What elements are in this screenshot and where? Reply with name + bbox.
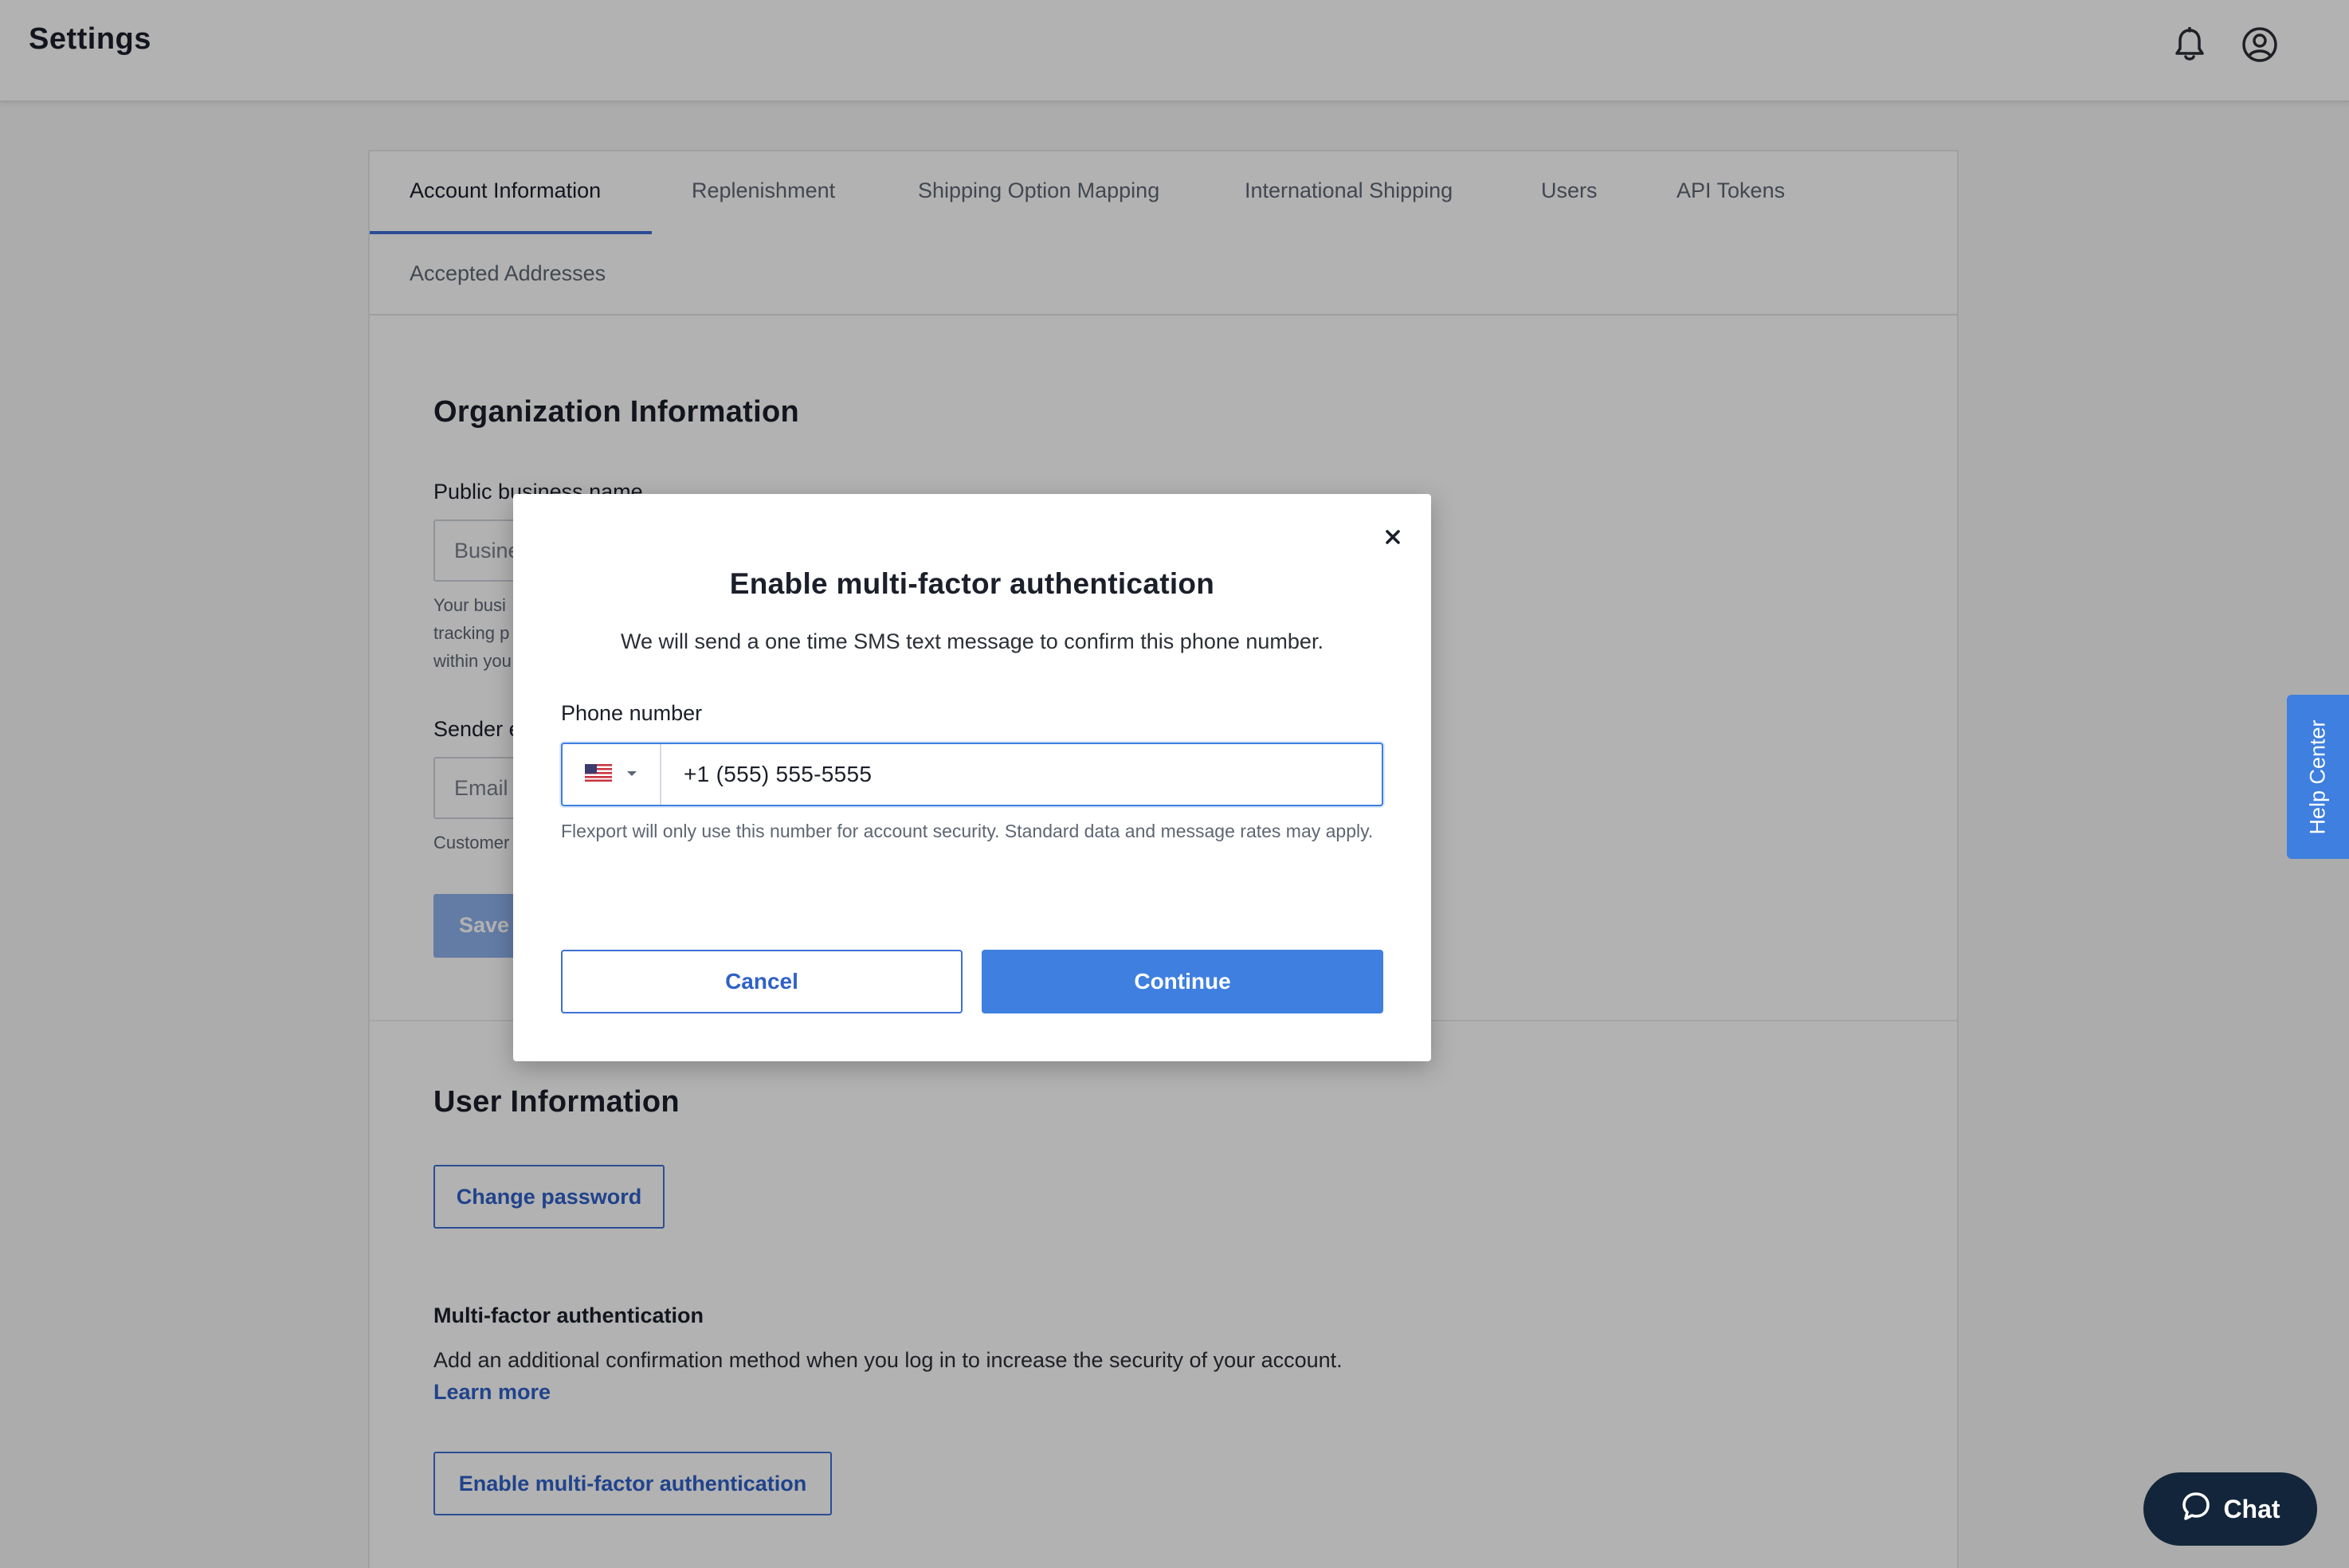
help-center-label: Help Center (2305, 719, 2330, 835)
app-root: Settings Account Information Replenishme… (0, 0, 2349, 1568)
phone-number-field[interactable]: +1 (555) 555-5555 (561, 743, 1383, 806)
chevron-down-icon (626, 767, 637, 782)
mfa-modal: Enable multi-factor authentication We wi… (513, 494, 1431, 1061)
chat-bubble-icon (2180, 1490, 2212, 1528)
country-selector[interactable] (563, 744, 661, 805)
continue-button[interactable]: Continue (982, 950, 1383, 1013)
chat-label: Chat (2223, 1494, 2280, 1523)
phone-help-text: Flexport will only use this number for a… (561, 821, 1374, 841)
phone-number-input[interactable]: +1 (555) 555-5555 (684, 762, 872, 787)
help-center-tab[interactable]: Help Center (2287, 695, 2349, 859)
modal-title: Enable multi-factor authentication (729, 567, 1215, 600)
chat-button[interactable]: Chat (2143, 1472, 2317, 1546)
us-flag-icon (584, 763, 613, 786)
cancel-button[interactable]: Cancel (561, 950, 963, 1013)
close-icon[interactable] (1377, 521, 1409, 553)
phone-number-label: Phone number (561, 701, 703, 725)
modal-subtitle: We will send a one time SMS text message… (621, 629, 1324, 653)
